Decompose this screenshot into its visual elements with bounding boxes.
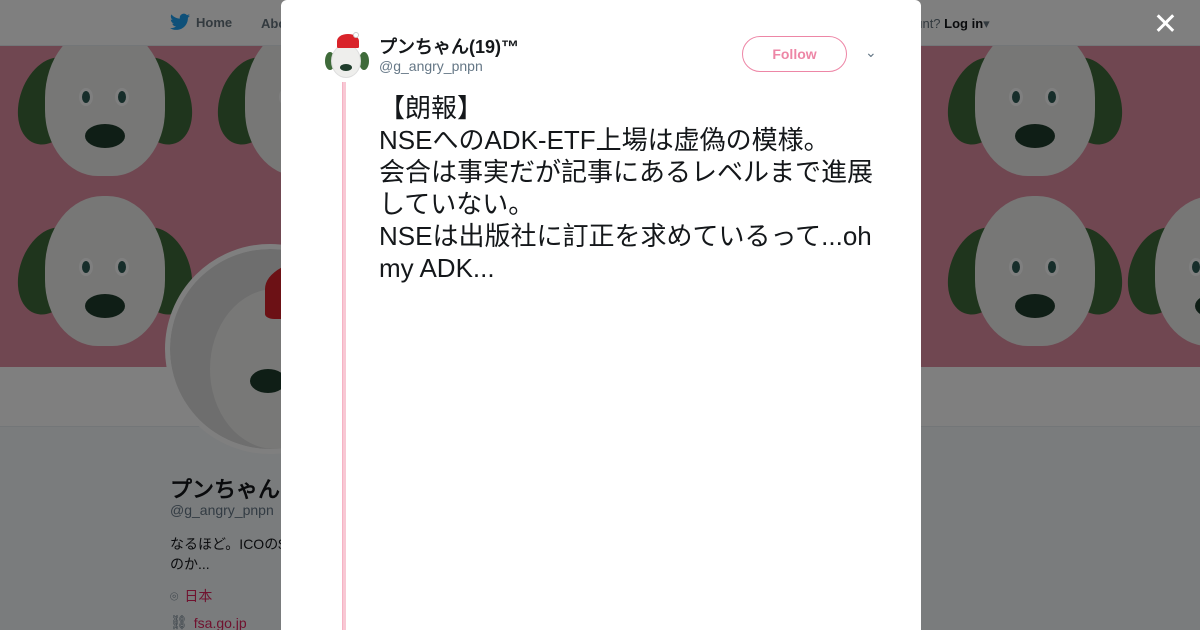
close-icon[interactable]: ✕ <box>1153 10 1178 40</box>
tweet-modal: プンちゃん(19)™ @g_angry_pnpn Follow ⌄ 【朗報】 N… <box>281 0 921 630</box>
tweet-author-handle[interactable]: @g_angry_pnpn <box>379 58 483 74</box>
follow-button[interactable]: Follow <box>742 36 847 72</box>
thread-line <box>342 82 346 630</box>
tweet-text: 【朗報】 NSEへのADK-ETF上場は虚偽の模様。 会合は事実だが記事にあるレ… <box>379 93 874 283</box>
tweet-author-name[interactable]: プンちゃん(19)™ <box>379 33 519 59</box>
tweet-author-avatar[interactable] <box>325 32 369 80</box>
chevron-down-icon[interactable]: ⌄ <box>865 44 877 61</box>
